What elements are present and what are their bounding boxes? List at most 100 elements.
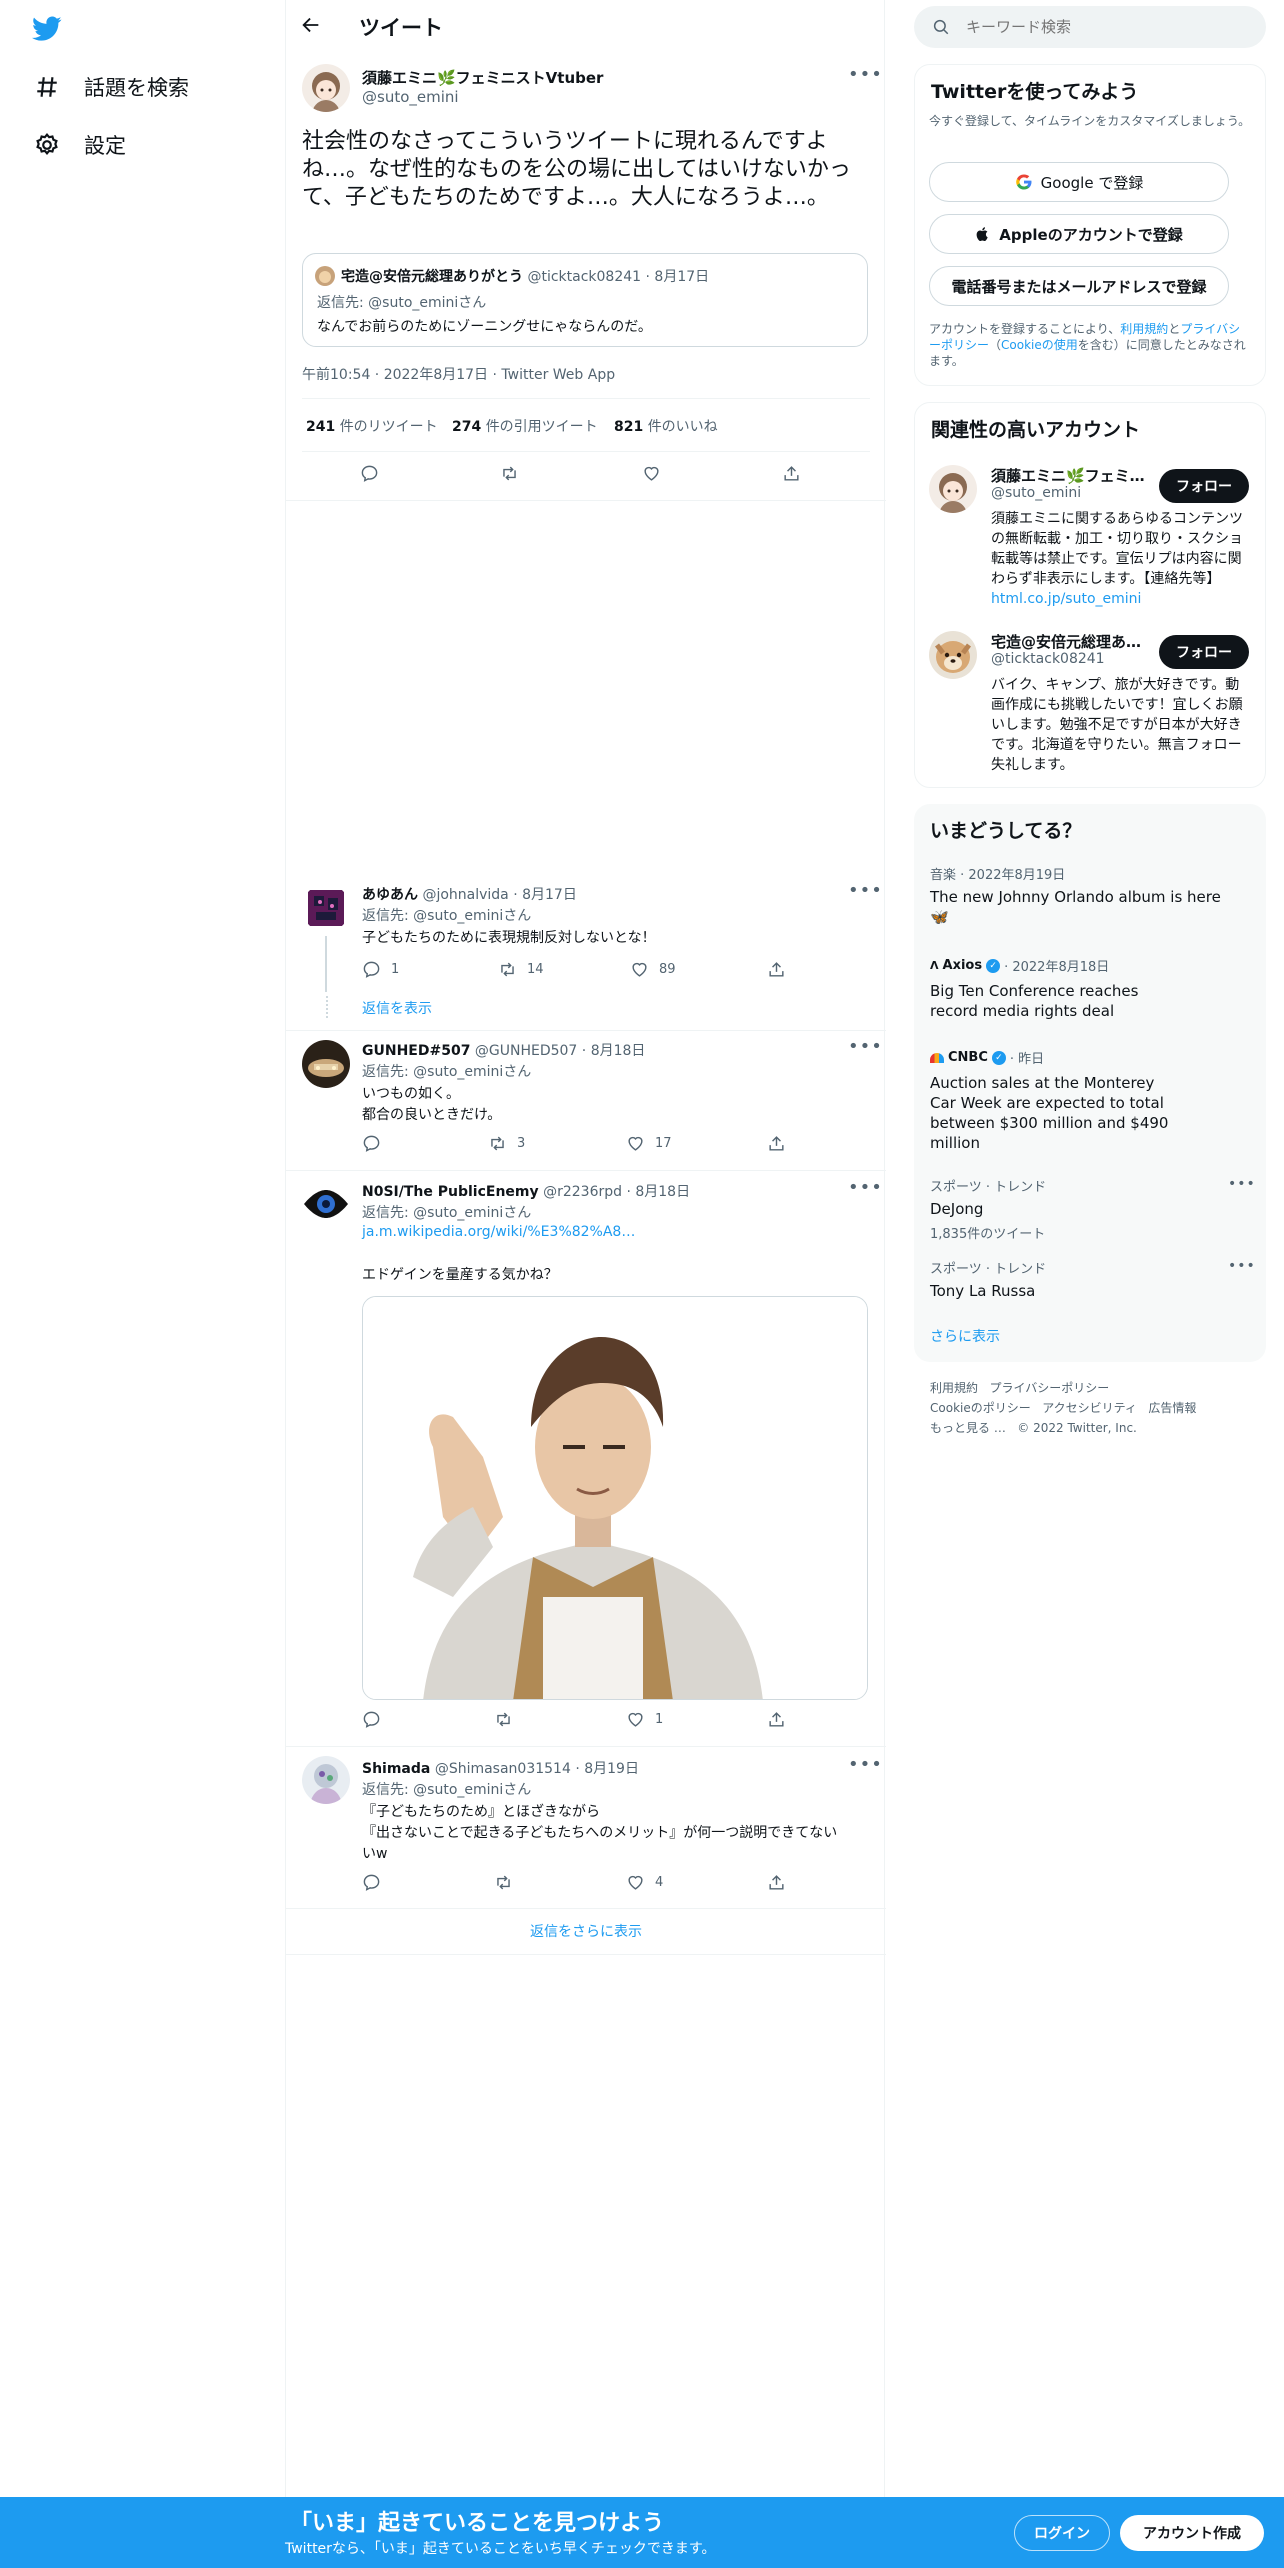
- like-button[interactable]: 4: [626, 1873, 663, 1892]
- reply-author-handle[interactable]: @r2236rpd: [543, 1184, 622, 1200]
- related-name[interactable]: 宅造@安倍元総理あ…: [991, 631, 1141, 652]
- reply-date[interactable]: · 8月18日: [626, 1184, 690, 1200]
- twitter-logo-icon[interactable]: [32, 16, 62, 46]
- related-accounts-card: 関連性の高いアカウント 須藤エミニ🌿フェミ… @suto_emini フォロー …: [914, 402, 1266, 788]
- retweet-count: 14: [527, 962, 544, 977]
- reply-date[interactable]: · 8月19日: [575, 1761, 639, 1777]
- phone-email-signup-button[interactable]: 電話番号またはメールアドレスで登録: [929, 266, 1229, 306]
- footer-ads-link[interactable]: 広告情報: [1148, 1401, 1196, 1415]
- reply-avatar[interactable]: [302, 1040, 350, 1088]
- terms-link[interactable]: 利用規約: [1120, 322, 1168, 336]
- retweet-button[interactable]: [500, 464, 519, 483]
- trend-more-icon[interactable]: •••: [1228, 1258, 1256, 1274]
- footer-more-link[interactable]: もっと見る …: [930, 1421, 1006, 1435]
- reply-author-handle[interactable]: @GUNHED507: [475, 1043, 577, 1059]
- show-replies-link[interactable]: 返信を表示: [362, 998, 432, 1018]
- show-more-replies-link[interactable]: 返信をさらに表示: [286, 1921, 886, 1941]
- nav-explore[interactable]: 話題を検索: [34, 72, 189, 102]
- more-options-icon[interactable]: •••: [848, 64, 883, 85]
- reply-button[interactable]: [362, 1134, 381, 1153]
- reply-button[interactable]: 1: [362, 960, 399, 979]
- reply-button[interactable]: [362, 1710, 381, 1729]
- quoted-tweet[interactable]: 宅造@安倍元総理ありがとう @ticktack08241 · 8月17日 返信先…: [302, 253, 868, 347]
- trend-item[interactable]: 音楽 · 2022年8月19日 The new Johnny Orlando a…: [930, 864, 1230, 927]
- retweet-button[interactable]: [494, 1710, 513, 1729]
- like-button[interactable]: [642, 464, 661, 483]
- reply-date[interactable]: · 8月18日: [582, 1043, 646, 1059]
- trend-item[interactable]: Λ Axios ✓ · 2022年8月18日 Big Ten Conferenc…: [930, 956, 1170, 1021]
- more-options-icon[interactable]: •••: [848, 1036, 883, 1057]
- related-handle[interactable]: @suto_emini: [991, 485, 1081, 501]
- back-arrow-icon[interactable]: [300, 14, 322, 40]
- related-name[interactable]: 須藤エミニ🌿フェミ…: [991, 465, 1145, 486]
- retweet-button[interactable]: 14: [498, 960, 544, 979]
- trends-show-more[interactable]: さらに表示: [930, 1326, 1000, 1346]
- trend-item[interactable]: スポーツ · トレンド DeJong 1,835件のツイート: [930, 1176, 1230, 1242]
- divider: [286, 1908, 886, 1909]
- trend-item[interactable]: スポーツ · トレンド Tony La Russa: [930, 1258, 1230, 1301]
- tweet-text: 社会性のなさってこういうツイートに現れるんですよね…。なぜ性的なものを公の場に出…: [302, 129, 851, 210]
- trend-item[interactable]: CNBC ✓ · 昨日 Auction sales at the Montere…: [930, 1048, 1170, 1153]
- reply-button[interactable]: [360, 464, 379, 483]
- author-handle[interactable]: @suto_emini: [362, 88, 459, 106]
- follow-button[interactable]: フォロー: [1159, 635, 1249, 669]
- bottom-signup-bar: 「いま」起きていることを見つけよう Twitterなら、「いま」起きていることを…: [0, 2497, 1284, 2568]
- reply-image[interactable]: [362, 1296, 868, 1700]
- google-signup-button[interactable]: Google で登録: [929, 162, 1229, 202]
- terms-and: と: [1168, 322, 1181, 336]
- author-avatar[interactable]: [302, 64, 350, 112]
- reply-text: エドゲインを量産する気かね？: [362, 1267, 558, 1283]
- footer-accessibility-link[interactable]: アクセシビリティ: [1042, 1401, 1137, 1415]
- quotes-stat[interactable]: 274 件の引用ツイート: [452, 416, 598, 436]
- search-box[interactable]: [914, 6, 1266, 48]
- like-button[interactable]: 1: [626, 1710, 663, 1729]
- share-button[interactable]: [767, 1134, 786, 1153]
- nav-settings-label: 設定: [84, 134, 126, 158]
- thread-dots: [326, 996, 328, 1018]
- reply-author-name[interactable]: あゆあん: [362, 887, 418, 903]
- share-button[interactable]: [767, 1710, 786, 1729]
- create-account-button[interactable]: アカウント作成: [1120, 2515, 1264, 2551]
- more-options-icon[interactable]: •••: [848, 1177, 883, 1198]
- more-options-icon[interactable]: •••: [848, 880, 883, 901]
- author-name[interactable]: 須藤エミニ🌿フェミニストVtuber: [362, 67, 603, 88]
- related-avatar[interactable]: [929, 631, 977, 679]
- footer-cookie-link[interactable]: Cookieのポリシー: [930, 1401, 1031, 1415]
- tweet-timestamp[interactable]: 午前10:54 · 2022年8月17日 · Twitter Web App: [302, 364, 615, 384]
- reply-author-name[interactable]: Shimada: [362, 1761, 430, 1777]
- related-bio-link[interactable]: html.co.jp/suto_emini: [991, 591, 1141, 607]
- retweet-button[interactable]: [494, 1873, 513, 1892]
- share-button[interactable]: [767, 1873, 786, 1892]
- share-button[interactable]: [782, 464, 801, 483]
- reply-avatar[interactable]: [302, 1180, 350, 1228]
- follow-button[interactable]: フォロー: [1159, 469, 1249, 503]
- reply-author-name[interactable]: N0SI/The PublicEnemy: [362, 1184, 539, 1200]
- search-input[interactable]: [966, 12, 1246, 42]
- footer-terms-link[interactable]: 利用規約: [930, 1381, 978, 1395]
- like-button[interactable]: 17: [626, 1134, 672, 1153]
- likes-stat[interactable]: 821 件のいいね: [614, 416, 718, 436]
- retweet-button[interactable]: 3: [488, 1134, 525, 1153]
- apple-signup-button[interactable]: Appleのアカウントで登録: [929, 214, 1229, 254]
- reply-author-handle[interactable]: @Shimasan031514: [435, 1761, 571, 1777]
- reply-author-handle[interactable]: @johnalvida: [422, 887, 508, 903]
- reply-button[interactable]: [362, 1873, 381, 1892]
- reply-author-name[interactable]: GUNHED#507: [362, 1043, 470, 1059]
- share-button[interactable]: [767, 960, 786, 979]
- trend-date: · 昨日: [1009, 1052, 1045, 1067]
- more-options-icon[interactable]: •••: [848, 1754, 883, 1775]
- related-handle[interactable]: @ticktack08241: [991, 651, 1105, 667]
- login-button[interactable]: ログイン: [1014, 2515, 1110, 2551]
- footer-privacy-link[interactable]: プライバシーポリシー: [989, 1381, 1109, 1395]
- like-button[interactable]: 89: [630, 960, 676, 979]
- reply-date[interactable]: · 8月17日: [513, 887, 577, 903]
- reply-avatar[interactable]: [302, 1756, 350, 1804]
- related-avatar[interactable]: [929, 465, 977, 513]
- trend-more-icon[interactable]: •••: [1228, 1176, 1256, 1192]
- reply-link[interactable]: ja.m.wikipedia.org/wiki/%E3%82%A8…: [362, 1224, 635, 1240]
- share-icon: [769, 1136, 784, 1151]
- cookie-link[interactable]: Cookieの使用: [1001, 338, 1078, 352]
- nav-settings[interactable]: 設定: [34, 130, 126, 160]
- retweets-stat[interactable]: 241 件のリツイート: [306, 416, 438, 436]
- reply-avatar[interactable]: [302, 884, 350, 932]
